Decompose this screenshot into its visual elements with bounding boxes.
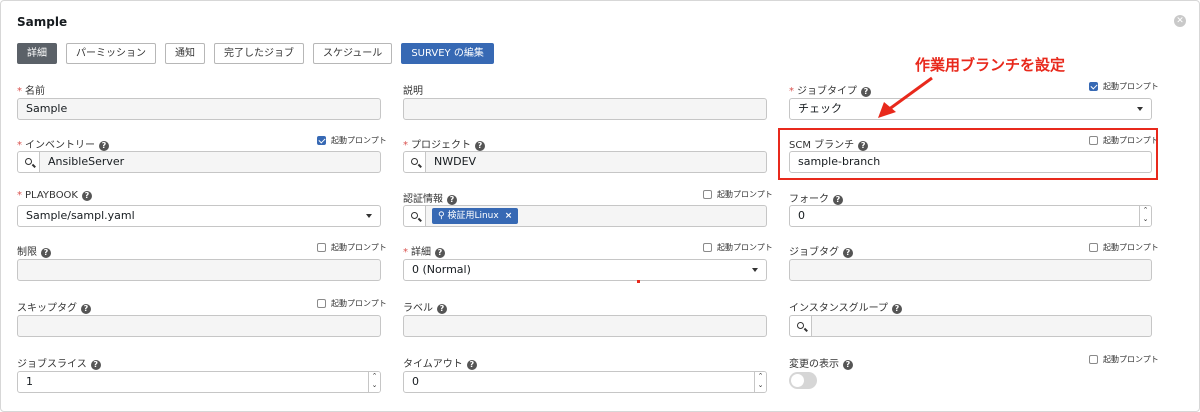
forks-input[interactable]: 0 ⌃ ⌄	[789, 205, 1152, 227]
verbosity-select[interactable]: 0 (Normal)	[403, 259, 767, 281]
timeout-input[interactable]: 0 ⌃ ⌄	[403, 371, 767, 393]
help-icon: ?	[843, 360, 853, 370]
tab-permissions[interactable]: パーミッション	[66, 43, 156, 64]
job-type-select[interactable]: チェック	[789, 98, 1152, 120]
checkbox-icon	[1089, 355, 1098, 364]
panel-title: Sample	[17, 15, 68, 29]
verbosity-prompt-checkbox[interactable]: 起動プロンプト	[703, 242, 773, 253]
help-icon: ?	[437, 304, 447, 314]
checkbox-icon	[703, 190, 712, 199]
job-type-prompt-checkbox[interactable]: 起動プロンプト	[1089, 81, 1159, 92]
help-icon: ?	[435, 248, 445, 258]
job-tags-input[interactable]	[789, 259, 1152, 281]
credentials-input[interactable]: ⚲ 検証用Linux ×	[426, 205, 767, 227]
job-slicing-label: ジョブスライス?	[17, 355, 101, 370]
survey-edit-button[interactable]: SURVEY の編集	[401, 43, 494, 64]
instance-groups-label: インスタンスグループ?	[789, 299, 902, 314]
checkbox-icon	[1089, 243, 1098, 252]
limit-prompt-checkbox[interactable]: 起動プロンプト	[317, 242, 387, 253]
red-mark	[637, 280, 640, 283]
instance-groups-input[interactable]	[812, 315, 1152, 337]
job-type-label: * ジョブタイプ?	[789, 82, 871, 97]
help-icon: ?	[843, 248, 853, 258]
credentials-lookup: ⚲ 検証用Linux ×	[403, 205, 767, 227]
stepper-icon[interactable]: ⌃ ⌄	[368, 372, 380, 392]
help-icon: ?	[99, 141, 109, 151]
forks-label: フォーク?	[789, 190, 843, 205]
show-changes-prompt-checkbox[interactable]: 起動プロンプト	[1089, 354, 1159, 365]
stepper-icon[interactable]: ⌃ ⌄	[1139, 206, 1151, 226]
inventory-label: * インベントリー?	[17, 136, 109, 151]
search-icon	[25, 158, 32, 165]
help-icon: ?	[90, 360, 101, 370]
credentials-prompt-checkbox[interactable]: 起動プロンプト	[703, 189, 773, 200]
help-icon: ?	[475, 141, 485, 151]
skip-tags-label: スキップタグ?	[17, 299, 91, 314]
tab-bar: 詳細 パーミッション 通知 完了したジョブ スケジュール SURVEY の編集	[17, 43, 503, 64]
credentials-search-button[interactable]	[403, 205, 426, 227]
help-icon: ?	[81, 304, 91, 314]
description-input[interactable]	[403, 98, 767, 120]
search-icon	[411, 158, 418, 165]
project-search-button[interactable]	[403, 151, 426, 173]
help-icon: ?	[892, 304, 902, 314]
help-icon: ?	[82, 191, 92, 201]
checkbox-icon	[703, 243, 712, 252]
show-changes-label: 変更の表示?	[789, 355, 853, 370]
project-input[interactable]: NWDEV	[426, 151, 767, 173]
name-label: * 名前	[17, 86, 45, 97]
annotation-highlight-box	[778, 128, 1158, 180]
credential-chip: ⚲ 検証用Linux ×	[432, 208, 519, 224]
labels-input[interactable]	[403, 315, 767, 337]
stepper-icon[interactable]: ⌃ ⌄	[754, 372, 766, 392]
instance-groups-search-button[interactable]	[789, 315, 812, 337]
limit-label: 制限?	[17, 243, 51, 258]
description-label: 説明	[403, 86, 423, 97]
inventory-input[interactable]: AnsibleServer	[40, 151, 381, 173]
annotation-arrow-icon	[878, 76, 933, 118]
playbook-label: * PLAYBOOK?	[17, 190, 92, 201]
verbosity-label: * 詳細?	[403, 243, 445, 258]
instance-groups-lookup	[789, 315, 1152, 337]
chevron-down-icon	[752, 268, 758, 272]
help-icon: ?	[466, 360, 477, 370]
tab-details[interactable]: 詳細	[17, 43, 57, 64]
tab-notifications[interactable]: 通知	[165, 43, 205, 64]
inventory-search-button[interactable]	[17, 151, 40, 173]
job-tags-prompt-checkbox[interactable]: 起動プロンプト	[1089, 242, 1159, 253]
checkbox-icon	[317, 299, 326, 308]
project-lookup: NWDEV	[403, 151, 767, 173]
help-icon: ?	[41, 248, 51, 258]
checkbox-checked-icon	[1089, 82, 1098, 91]
project-label: * プロジェクト?	[403, 136, 485, 151]
tab-schedules[interactable]: スケジュール	[313, 43, 393, 64]
chevron-down-icon	[366, 214, 372, 218]
timeout-label: タイムアウト?	[403, 355, 477, 370]
chevron-down-icon	[1137, 107, 1143, 111]
checkbox-icon	[317, 243, 326, 252]
job-slicing-input[interactable]: 1 ⌃ ⌄	[17, 371, 381, 393]
search-icon	[411, 212, 418, 219]
skip-tags-prompt-checkbox[interactable]: 起動プロンプト	[317, 298, 387, 309]
inventory-lookup: AnsibleServer	[17, 151, 381, 173]
name-input[interactable]: Sample	[17, 98, 381, 120]
labels-label: ラベル?	[403, 299, 447, 314]
skip-tags-input[interactable]	[17, 315, 381, 337]
inventory-prompt-checkbox[interactable]: 起動プロンプト	[317, 135, 387, 146]
remove-chip-icon[interactable]: ×	[505, 211, 513, 221]
credentials-label: 認証情報?	[403, 190, 457, 205]
checkbox-checked-icon	[317, 136, 326, 145]
limit-input[interactable]	[17, 259, 381, 281]
search-icon	[797, 322, 804, 329]
tab-completed-jobs[interactable]: 完了したジョブ	[214, 43, 304, 64]
help-icon: ?	[833, 195, 843, 205]
playbook-select[interactable]: Sample/sampl.yaml	[17, 205, 381, 227]
job-tags-label: ジョブタグ?	[789, 243, 853, 258]
close-icon[interactable]: ✕	[1174, 15, 1186, 27]
show-changes-toggle[interactable]	[789, 372, 817, 389]
help-icon: ?	[447, 195, 457, 205]
